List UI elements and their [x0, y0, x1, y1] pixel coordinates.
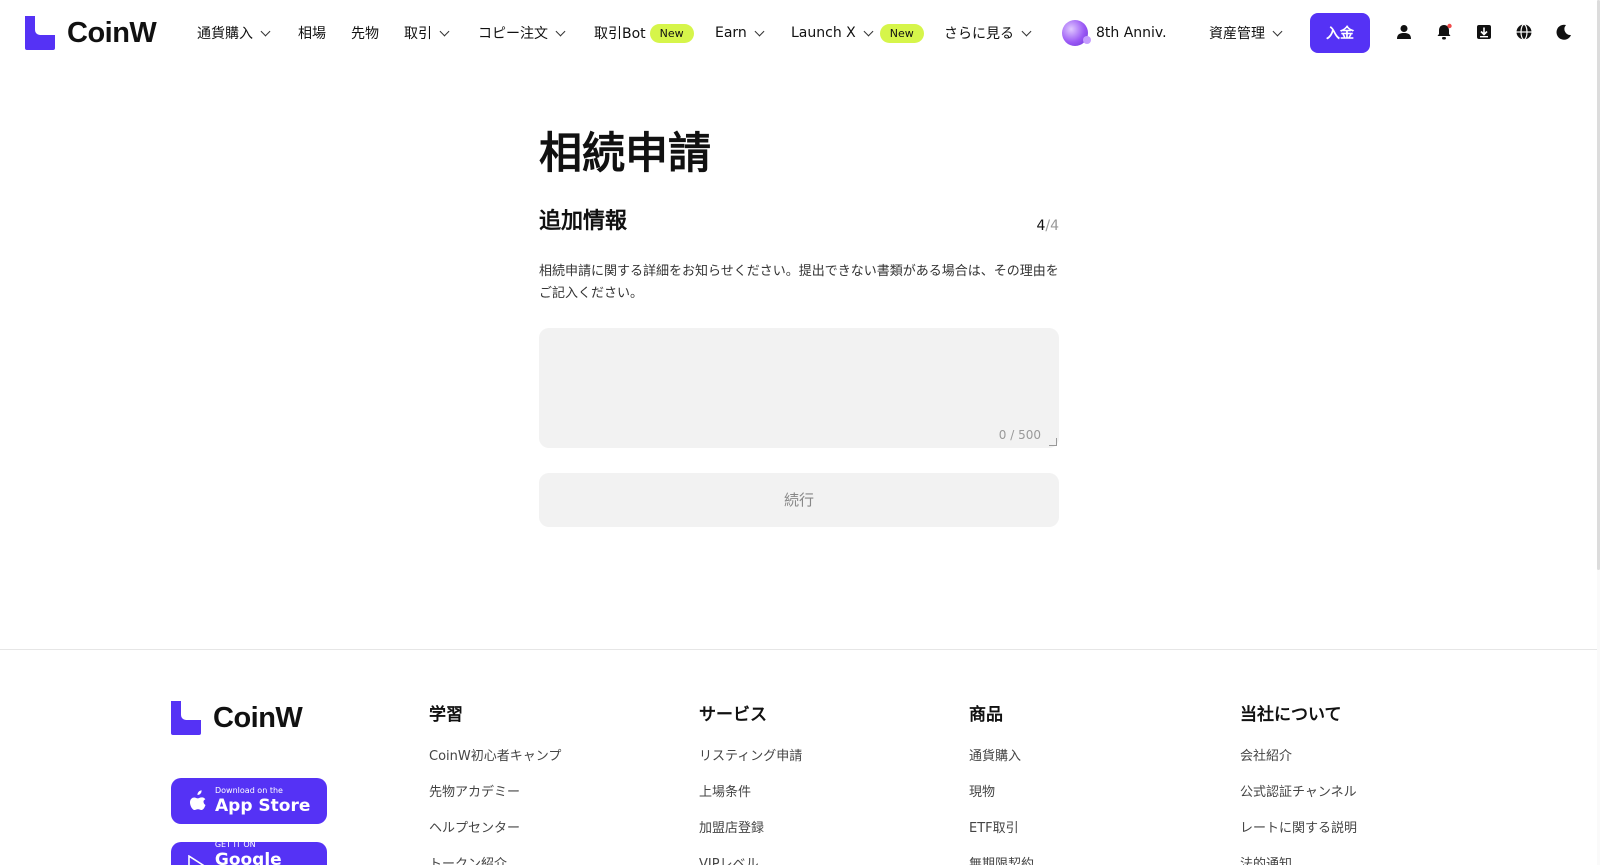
footer-column-title: サービス	[699, 705, 767, 725]
chevron-down-icon	[260, 26, 271, 36]
page-title: 相続申請	[539, 129, 711, 179]
step-total: /4	[1045, 217, 1059, 234]
google-play-big-text: Google Play	[214, 850, 282, 865]
apple-icon	[190, 790, 206, 810]
continue-button[interactable]: 続行	[539, 472, 1059, 527]
nav-trade[interactable]: 取引	[404, 23, 478, 43]
footer-link[interactable]: 無期限契約	[969, 855, 1034, 865]
footer-logo[interactable]: CoinW	[171, 701, 303, 735]
nav-markets[interactable]: 相場	[298, 23, 351, 43]
footer-column-services: サービス リスティング申請 上場条件 加盟店登録 VIPレベル	[699, 700, 802, 865]
footer-link[interactable]: ヘルプセンター	[429, 819, 561, 855]
footer-column-learn: 学習 CoinW初心者キャンプ 先物アカデミー ヘルプセンター トークン紹介	[429, 700, 561, 865]
nav-label: 通貨購入	[197, 26, 253, 42]
footer-link[interactable]: 通貨購入	[969, 747, 1034, 783]
additional-info-textarea-container: 0 / 500	[539, 327, 1059, 448]
footer-link[interactable]: 公式認証チャンネル	[1240, 783, 1357, 819]
nav-asset-management[interactable]: 資産管理	[1209, 23, 1299, 43]
bell-icon[interactable]	[1434, 22, 1454, 42]
footer-link[interactable]: トークン紹介	[429, 855, 561, 865]
nav-anniversary[interactable]: 8th Anniv.	[1062, 20, 1209, 46]
footer-link[interactable]: CoinW初心者キャンプ	[429, 747, 561, 783]
download-icon[interactable]	[1474, 22, 1494, 42]
character-counter: 0 / 500	[998, 427, 1041, 442]
additional-info-textarea[interactable]	[539, 327, 1059, 448]
app-store-big-text: App Store	[215, 796, 311, 816]
nav-label: コピー注文	[478, 26, 548, 42]
chevron-down-icon	[863, 26, 874, 36]
nav-futures[interactable]: 先物	[351, 23, 404, 43]
footer-column-title: 当社について	[1240, 705, 1342, 725]
deposit-button[interactable]: 入金	[1310, 13, 1370, 53]
moon-icon[interactable]	[1554, 22, 1574, 42]
footer-link[interactable]: 加盟店登録	[699, 819, 802, 855]
app-store-button[interactable]: Download on the App Store	[171, 778, 327, 824]
google-play-icon	[188, 855, 205, 865]
nav-trading-bot[interactable]: 取引Bot New	[594, 23, 715, 43]
footer-link[interactable]: 法的通知	[1240, 855, 1357, 865]
coinw-logo[interactable]: CoinW	[25, 16, 157, 50]
footer-divider	[0, 649, 1600, 650]
chevron-down-icon	[1021, 26, 1032, 36]
globe-icon[interactable]	[1514, 22, 1534, 42]
chevron-down-icon	[439, 26, 450, 36]
nav-label: さらに見る	[944, 26, 1014, 42]
section-header: 追加情報 4/4	[539, 203, 1059, 235]
footer-link[interactable]: 先物アカデミー	[429, 783, 561, 819]
footer-link[interactable]: VIPレベル	[699, 855, 802, 865]
top-navigation-bar: CoinW 通貨購入 相場 先物 取引 コピー注文 取引Bot New Earn …	[0, 0, 1600, 66]
form-description: 相続申請に関する詳細をお知らせください。提出できない書類がある場合は、その理由を…	[539, 263, 1059, 301]
section-title: 追加情報	[539, 208, 628, 234]
footer-link[interactable]: リスティング申請	[699, 747, 802, 783]
step-indicator: 4/4	[1036, 218, 1059, 235]
nav-label: 先物	[351, 26, 379, 42]
inheritance-application-form: 相続申請 追加情報 4/4 相続申請に関する詳細をお知らせください。提出できない…	[539, 120, 1059, 527]
footer-column-title: 商品	[969, 705, 1003, 725]
google-play-button[interactable]: GET IT ON Google Play	[171, 840, 327, 865]
nav-label: 資産管理	[1209, 26, 1265, 42]
footer-column-title: 学習	[429, 705, 463, 725]
nav-buy-crypto[interactable]: 通貨購入	[197, 23, 298, 43]
footer-link[interactable]: ETF取引	[969, 819, 1034, 855]
footer-column-about: 当社について 会社紹介 公式認証チャンネル レートに関する説明 法的通知	[1240, 700, 1357, 865]
footer-column-products: 商品 通貨購入 現物 ETF取引 無期限契約	[969, 700, 1034, 865]
nav-launch-x[interactable]: Launch X New	[791, 23, 944, 43]
coinw-logo-mark-icon	[171, 701, 201, 735]
google-play-small-text: GET IT ON	[214, 840, 256, 849]
nav-copy-trading[interactable]: コピー注文	[478, 23, 594, 43]
nav-label: 取引	[404, 26, 432, 42]
resize-handle-icon[interactable]	[1049, 437, 1057, 446]
chevron-down-icon	[1272, 26, 1283, 36]
main-nav: 通貨購入 相場 先物 取引 コピー注文 取引Bot New Earn Launch…	[197, 0, 1299, 66]
footer-link[interactable]: 会社紹介	[1240, 747, 1357, 783]
app-store-small-text: Download on the	[215, 786, 283, 795]
nav-label: Earn	[715, 25, 747, 41]
nav-label: 8th Anniv.	[1096, 25, 1167, 41]
nav-label: 相場	[298, 26, 326, 42]
footer-link[interactable]: 上場条件	[699, 783, 802, 819]
new-badge: New	[879, 23, 924, 43]
nav-label: 取引Bot	[594, 26, 646, 42]
nav-earn[interactable]: Earn	[715, 25, 791, 41]
chevron-down-icon	[754, 26, 765, 36]
footer-logo-text: CoinW	[213, 701, 303, 734]
nav-label: Launch X	[791, 25, 856, 41]
chevron-down-icon	[555, 26, 566, 36]
footer-link[interactable]: 現物	[969, 783, 1034, 819]
anniversary-8-icon	[1062, 20, 1091, 46]
nav-more[interactable]: さらに見る	[944, 23, 1062, 43]
new-badge: New	[649, 23, 694, 43]
footer-link[interactable]: レートに関する説明	[1240, 819, 1357, 855]
logo-text: CoinW	[67, 16, 157, 49]
coinw-logo-mark-icon	[25, 16, 55, 50]
user-icon[interactable]	[1394, 22, 1414, 42]
